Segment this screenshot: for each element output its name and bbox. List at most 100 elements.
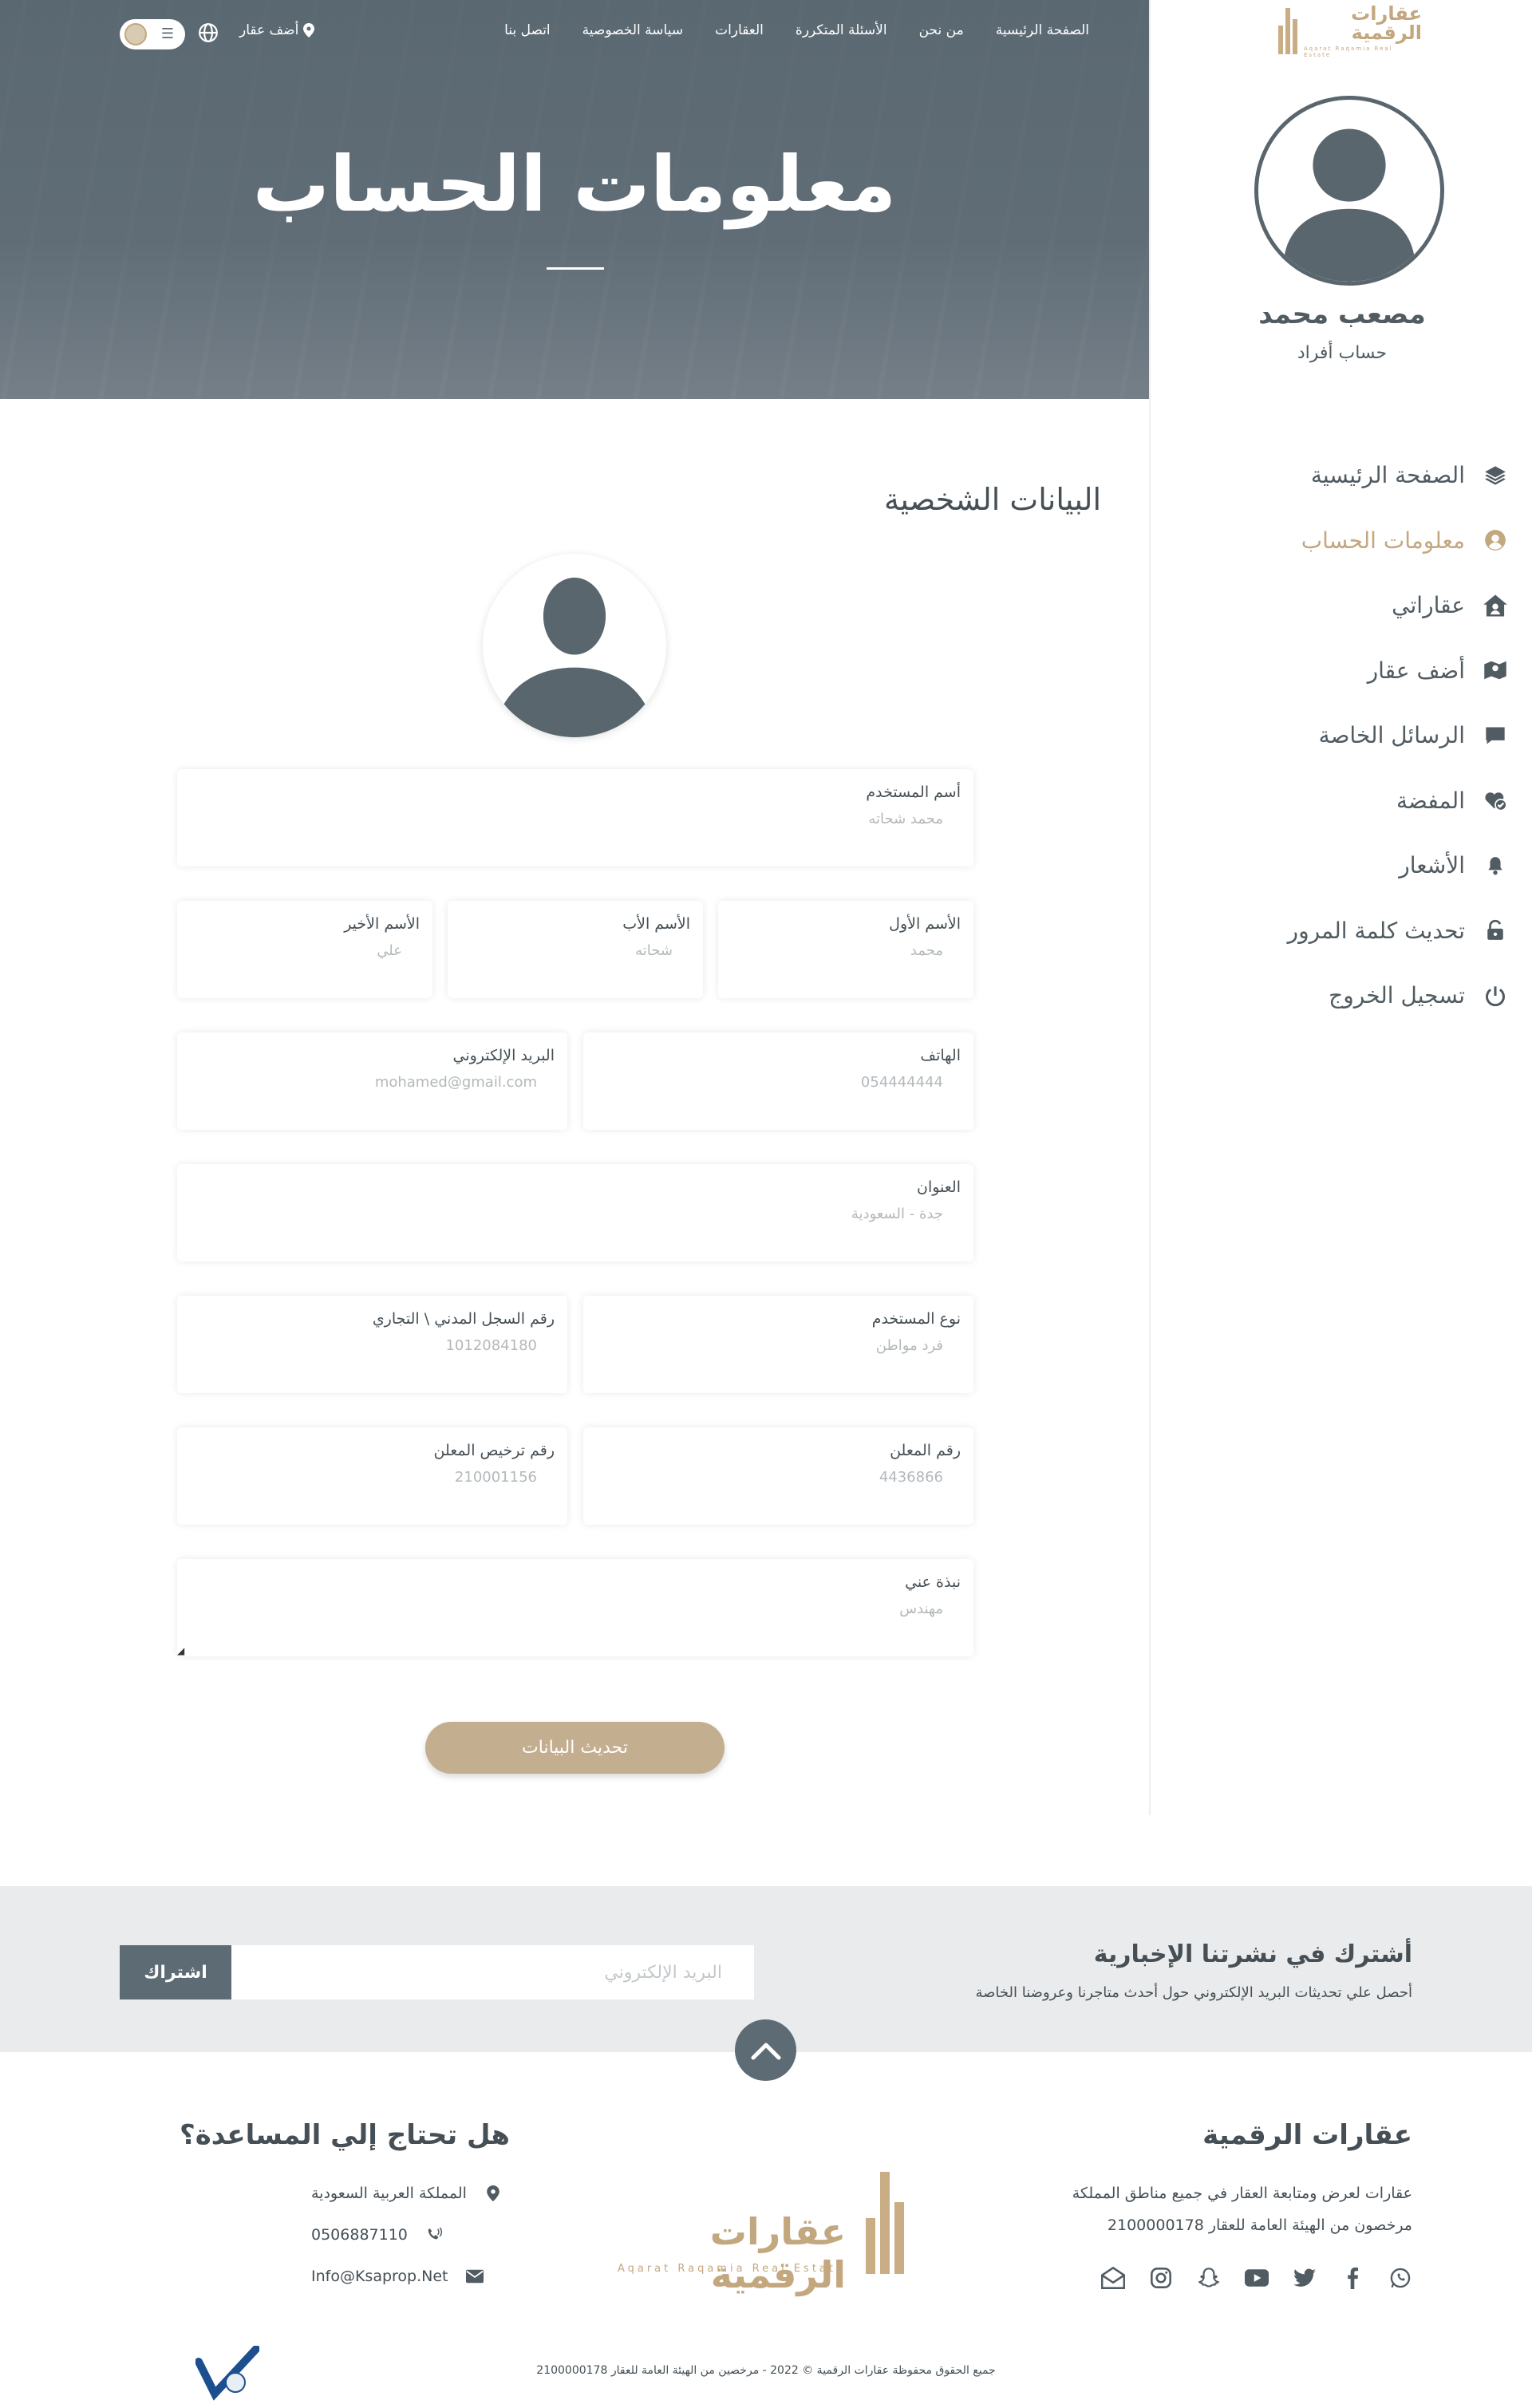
social-links — [1101, 2266, 1412, 2290]
user-silhouette-icon — [1283, 128, 1416, 282]
id-number-value: 1012084180 — [445, 1337, 537, 1354]
advertiser-license-label: رقم ترخيص المعلن — [433, 1442, 555, 1459]
youtube-icon[interactable] — [1245, 2266, 1269, 2290]
brand-name: عقارات الرقمية — [1351, 2, 1422, 44]
father-name-value: شحاته — [635, 942, 673, 959]
address-field[interactable]: العنوان جدة - السعودية — [177, 1164, 973, 1261]
father-name-field[interactable]: الأسم الأب شحاته — [448, 901, 703, 998]
username-value: محمد شحاته — [868, 811, 943, 827]
footer-email-text: Info@Ksaprop.Net — [311, 2268, 448, 2285]
advertiser-number-label: رقم المعلن — [890, 1442, 961, 1459]
menu-item-logout[interactable]: تسجيل الخروج — [1157, 963, 1508, 1028]
user-avatar — [1254, 96, 1444, 286]
top-navigation: الصفحة الرئيسية من نحن الأسئلة المتكررة … — [504, 22, 1089, 38]
resize-handle-icon[interactable]: ◢ — [177, 1645, 184, 1656]
add-property-link[interactable]: أضف عقار — [239, 22, 315, 38]
menu-item-label: عقاراتي — [1392, 592, 1465, 619]
last-name-value: علي — [377, 942, 402, 959]
first-name-field[interactable]: الأسم الأول محمد — [718, 901, 973, 998]
profile-photo-upload[interactable] — [483, 554, 666, 737]
instagram-icon[interactable] — [1149, 2266, 1173, 2290]
hamburger-icon: ☰ — [160, 26, 174, 42]
id-number-field[interactable]: رقم السجل المدني \ التجاري 1012084180 — [177, 1296, 567, 1393]
username-field[interactable]: أسم المستخدم محمد شحاته — [177, 769, 973, 866]
email-label: البريد الإلكتروني — [452, 1047, 555, 1064]
advertiser-license-field[interactable]: رقم ترخيص المعلن 210001156 — [177, 1427, 567, 1525]
advertiser-number-value: 4436866 — [879, 1469, 943, 1486]
menu-item-messages[interactable]: الرسائل الخاصة — [1157, 703, 1508, 768]
menu-item-home[interactable]: الصفحة الرئيسية — [1157, 443, 1508, 508]
newsletter-email-input[interactable]: البريد الإلكتروني — [231, 1945, 754, 1999]
heart-check-icon — [1483, 788, 1508, 813]
advertiser-number-field[interactable]: رقم المعلن 4436866 — [583, 1427, 973, 1525]
footer-logo[interactable]: عقارات الرقمية Aqarat Raqamia Real Estat… — [614, 2170, 918, 2296]
newsletter-title: أشترك في نشرتنا الإخبارية — [1093, 1940, 1412, 1968]
footer-phone[interactable]: 0506887110 — [311, 2226, 443, 2244]
menu-item-notifications[interactable]: الأشعار — [1157, 833, 1508, 898]
phone-volume-icon — [425, 2226, 443, 2244]
phone-value: 054444444 — [860, 1074, 943, 1091]
nav-contact[interactable]: اتصل بنا — [504, 22, 551, 38]
menu-item-label: المفضة — [1396, 787, 1465, 814]
bell-icon — [1483, 853, 1508, 878]
bio-textarea[interactable]: نبذة عني مهندس — [177, 1559, 973, 1656]
footer-about-line1: عقارات لعرض ومتابعة العقار في جميع مناطق… — [1072, 2185, 1412, 2202]
location-pin-icon — [303, 23, 315, 38]
brand-logo[interactable]: عقارات الرقمية Aqarat Raqamia Real Estat… — [1278, 3, 1422, 59]
twitter-icon[interactable] — [1293, 2266, 1317, 2290]
footer-email[interactable]: Info@Ksaprop.Net — [311, 2268, 484, 2285]
scroll-to-top-button[interactable] — [735, 2019, 796, 2081]
footer-phone-text: 0506887110 — [311, 2226, 408, 2244]
footer-country-text: المملكة العربية السعودية — [311, 2185, 467, 2202]
layers-icon — [1483, 463, 1508, 488]
nav-privacy[interactable]: سياسة الخصوصية — [582, 22, 683, 38]
id-number-label: رقم السجل المدني \ التجاري — [372, 1310, 555, 1328]
footer-about-line2: مرخصون من الهيئة العامة للعقار 210000017… — [1107, 2217, 1412, 2234]
facebook-icon[interactable] — [1340, 2266, 1364, 2290]
user-circle-icon — [1483, 527, 1508, 553]
user-menu-toggle[interactable]: ☰ — [120, 19, 185, 49]
footer-about-title: عقارات الرقمية — [1202, 2119, 1412, 2151]
user-type-field[interactable]: نوع المستخدم فرد مواطن — [583, 1296, 973, 1393]
user-type-label: نوع المستخدم — [871, 1310, 961, 1328]
phone-field[interactable]: الهاتف 054444444 — [583, 1032, 973, 1130]
whatsapp-icon[interactable] — [1388, 2266, 1412, 2290]
nav-faq[interactable]: الأسئلة المتكررة — [796, 22, 887, 38]
building-logo-icon — [866, 2170, 904, 2274]
page-title: معلومات الحساب — [252, 140, 897, 229]
location-pin-icon — [484, 2185, 502, 2202]
father-name-label: الأسم الأب — [622, 915, 690, 933]
last-name-label: الأسم الأخير — [344, 915, 420, 933]
update-profile-button[interactable]: تحديث البيانات — [425, 1722, 725, 1774]
menu-item-my-properties[interactable]: عقاراتي — [1157, 573, 1508, 638]
subscribe-button[interactable]: اشتراك — [120, 1945, 231, 1999]
nav-about[interactable]: من نحن — [919, 22, 964, 38]
copyright-text: جميع الحقوق محفوظة عقارات الرقمية © 2022… — [536, 2364, 996, 2377]
menu-item-favorites[interactable]: المفضة — [1157, 768, 1508, 834]
footer-help-title: هل تحتاج إلي المساعدة؟ — [180, 2119, 510, 2151]
nav-home[interactable]: الصفحة الرئيسية — [996, 22, 1089, 38]
menu-item-label: أضف عقار — [1367, 657, 1465, 684]
bio-label: نبذة عني — [905, 1573, 961, 1591]
section-title: البيانات الشخصية — [883, 482, 1101, 517]
user-name: مصعب محمد — [1258, 298, 1426, 330]
nav-properties[interactable]: العقارات — [715, 22, 764, 38]
globe-icon[interactable] — [198, 22, 219, 43]
snapchat-icon[interactable] — [1197, 2266, 1221, 2290]
account-menu: الصفحة الرئيسية معلومات الحساب عقاراتي أ… — [1157, 443, 1508, 1028]
bio-value: مهندس — [899, 1601, 943, 1617]
footer-brand-name: عقارات الرقمية — [709, 2210, 846, 2296]
envelope-open-icon[interactable] — [1101, 2266, 1125, 2290]
menu-item-add-property[interactable]: أضف عقار — [1157, 638, 1508, 704]
menu-item-label: الرسائل الخاصة — [1318, 722, 1465, 749]
menu-item-label: تحديث كلمة المرور — [1287, 917, 1465, 944]
power-icon — [1483, 983, 1508, 1009]
menu-item-change-password[interactable]: تحديث كلمة المرور — [1157, 898, 1508, 964]
menu-item-label: الأشعار — [1399, 852, 1465, 879]
last-name-field[interactable]: الأسم الأخير علي — [177, 901, 432, 998]
address-label: العنوان — [916, 1178, 961, 1196]
menu-item-account-info[interactable]: معلومات الحساب — [1157, 508, 1508, 574]
envelope-icon — [465, 2268, 484, 2285]
add-property-label: أضف عقار — [239, 22, 299, 38]
email-field[interactable]: البريد الإلكتروني mohamed@gmail.com — [177, 1032, 567, 1130]
